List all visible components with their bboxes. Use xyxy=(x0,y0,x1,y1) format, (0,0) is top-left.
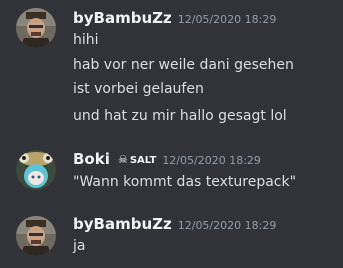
avatar[interactable] xyxy=(16,150,56,190)
message-header: Boki ☠ SALT 12/05/2020 18:29 xyxy=(73,149,261,169)
message-text: "Wann kommt das texturepack" xyxy=(73,174,297,190)
author-name[interactable]: Boki xyxy=(73,150,110,168)
message-header: byBambuZz 12/05/2020 18:29 xyxy=(73,214,276,234)
timestamp: 12/05/2020 18:29 xyxy=(177,219,277,232)
message-text: hihi xyxy=(73,32,99,48)
timestamp: 12/05/2020 18:29 xyxy=(177,13,277,26)
message-header: byBambuZz 12/05/2020 18:29 xyxy=(73,8,276,28)
role-tag-label: SALT xyxy=(129,155,157,166)
message-text: ist vorbei gelaufen xyxy=(73,81,204,97)
skull-icon: ☠ xyxy=(117,153,128,166)
timestamp: 12/05/2020 18:29 xyxy=(162,154,261,167)
message-text: ja xyxy=(73,238,86,254)
role-tag: ☠ SALT xyxy=(118,150,156,171)
avatar[interactable] xyxy=(16,8,56,48)
author-name[interactable]: byBambuZz xyxy=(73,9,172,27)
message-text: hab vor ner weile dani gesehen xyxy=(73,57,294,73)
message-text: und hat zu mir hallo gesagt lol xyxy=(73,108,287,124)
author-name[interactable]: byBambuZz xyxy=(73,215,172,233)
avatar[interactable] xyxy=(16,216,56,256)
